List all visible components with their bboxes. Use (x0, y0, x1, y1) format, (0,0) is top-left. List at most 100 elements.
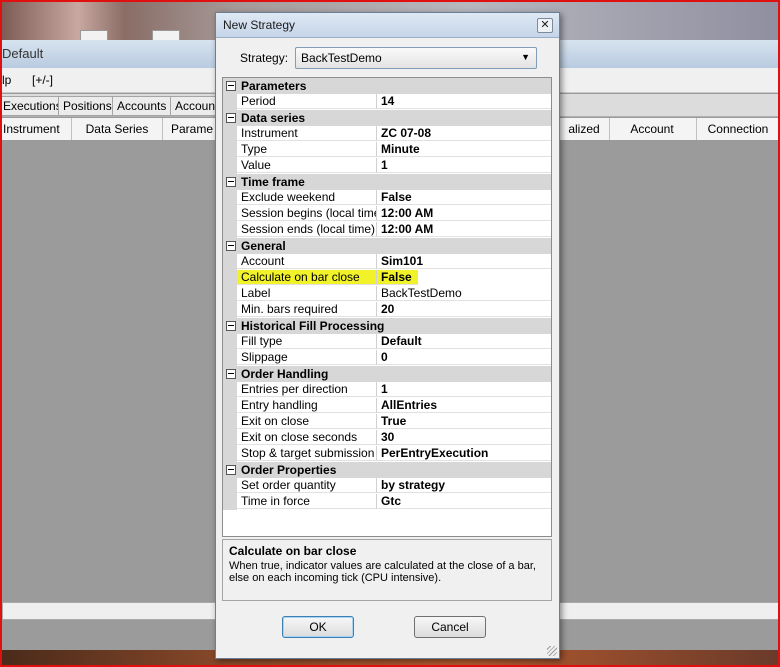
property-name: Exit on close seconds (237, 430, 377, 445)
column-realized[interactable]: alized (558, 118, 610, 140)
column-instrument[interactable]: Instrument (0, 118, 72, 140)
property-value[interactable]: Minute (377, 142, 551, 157)
strategy-row: Strategy: BackTestDemo ▼ (216, 47, 559, 69)
property-name: Min. bars required (237, 302, 377, 317)
property-value[interactable]: PerEntryExecution (377, 446, 551, 461)
property-value[interactable]: 14 (377, 94, 551, 109)
property-name: Time in force (237, 494, 377, 509)
property-name: Label (237, 286, 377, 301)
property-row[interactable]: Set order quantity by strategy (223, 478, 551, 494)
property-row[interactable]: Min. bars required 20 (223, 302, 551, 318)
collapse-icon[interactable] (226, 113, 236, 123)
collapse-icon[interactable] (226, 465, 236, 475)
category-label: General (241, 239, 286, 253)
property-value[interactable]: False (377, 270, 418, 285)
menu-item-help[interactable]: lp (2, 73, 11, 87)
property-row[interactable]: Exit on close seconds 30 (223, 430, 551, 446)
property-value[interactable]: 1 (377, 158, 551, 173)
property-row[interactable]: Label BackTestDemo (223, 286, 551, 302)
category-row[interactable]: Parameters (223, 78, 551, 94)
row-gutter (223, 398, 237, 414)
property-value[interactable]: by strategy (377, 478, 551, 493)
property-value[interactable]: 30 (377, 430, 551, 445)
property-row[interactable]: Entries per direction 1 (223, 382, 551, 398)
collapse-icon[interactable] (226, 241, 236, 251)
cancel-button[interactable]: Cancel (414, 616, 486, 638)
property-row[interactable]: Period 14 (223, 94, 551, 110)
row-gutter (223, 494, 237, 510)
collapse-icon[interactable] (226, 321, 236, 331)
property-row[interactable]: Instrument ZC 07-08 (223, 126, 551, 142)
collapse-icon[interactable] (226, 369, 236, 379)
row-gutter (223, 158, 237, 174)
property-row[interactable]: Calculate on bar close False (223, 270, 551, 286)
category-label: Parameters (241, 79, 307, 93)
column-data-series[interactable]: Data Series (72, 118, 163, 140)
row-gutter (223, 222, 237, 238)
property-row[interactable]: Fill type Default (223, 334, 551, 350)
category-label: Historical Fill Processing (241, 319, 385, 333)
row-gutter (223, 302, 237, 318)
category-row[interactable]: Historical Fill Processing (223, 318, 551, 334)
property-value[interactable]: 1 (377, 382, 551, 397)
category-row[interactable]: Data series (223, 110, 551, 126)
tab-positions[interactable]: Positions (58, 96, 117, 116)
column-account[interactable]: Account (608, 118, 697, 140)
collapse-icon[interactable] (226, 81, 236, 91)
property-value[interactable]: True (377, 414, 551, 429)
property-value[interactable]: 12:00 AM (377, 222, 551, 237)
property-name: Calculate on bar close (237, 270, 377, 285)
tab-executions[interactable]: Executions (0, 96, 67, 116)
row-gutter (223, 206, 237, 222)
property-row[interactable]: Time in force Gtc (223, 494, 551, 510)
property-row[interactable]: Slippage 0 (223, 350, 551, 366)
category-row[interactable]: Order Properties (223, 462, 551, 478)
category-row[interactable]: General (223, 238, 551, 254)
property-value[interactable]: 0 (377, 350, 551, 365)
collapse-icon[interactable] (226, 177, 236, 187)
property-value[interactable]: ZC 07-08 (377, 126, 551, 141)
category-label: Order Handling (241, 367, 329, 381)
category-row[interactable]: Time frame (223, 174, 551, 190)
property-row[interactable]: Value 1 (223, 158, 551, 174)
property-value[interactable]: 12:00 AM (377, 206, 551, 221)
row-gutter (223, 414, 237, 430)
property-value[interactable]: Sim101 (377, 254, 551, 269)
row-gutter (223, 286, 237, 302)
menu-item-expand[interactable]: [+/-] (32, 73, 53, 87)
property-name: Exit on close (237, 414, 377, 429)
property-value[interactable]: Gtc (377, 494, 551, 509)
property-row[interactable]: Exclude weekend False (223, 190, 551, 206)
row-gutter (223, 142, 237, 158)
property-value[interactable]: BackTestDemo (377, 286, 551, 301)
row-gutter (223, 254, 237, 270)
property-name: Set order quantity (237, 478, 377, 493)
row-gutter (223, 350, 237, 366)
property-row[interactable]: Entry handling AllEntries (223, 398, 551, 414)
column-parameters[interactable]: Parame (162, 118, 223, 140)
property-name: Stop & target submission (237, 446, 377, 461)
property-row[interactable]: Stop & target submission PerEntryExecutio… (223, 446, 551, 462)
property-row[interactable]: Session ends (local time) 12:00 AM (223, 222, 551, 238)
property-row[interactable]: Exit on close True (223, 414, 551, 430)
resize-grip[interactable] (547, 646, 557, 656)
property-row[interactable]: Type Minute (223, 142, 551, 158)
row-gutter (223, 190, 237, 206)
property-value[interactable]: AllEntries (377, 398, 551, 413)
column-connection[interactable]: Connection (696, 118, 780, 140)
property-name: Fill type (237, 334, 377, 349)
property-value[interactable]: 20 (377, 302, 551, 317)
help-panel: Calculate on bar close When true, indica… (222, 539, 552, 601)
property-row[interactable]: Account Sim101 (223, 254, 551, 270)
property-name: Period (237, 94, 377, 109)
tab-accounts[interactable]: Accounts (112, 96, 172, 116)
close-icon[interactable]: ✕ (537, 18, 553, 33)
property-value[interactable]: False (377, 190, 551, 205)
ok-button[interactable]: OK (282, 616, 354, 638)
category-row[interactable]: Order Handling (223, 366, 551, 382)
strategy-select[interactable]: BackTestDemo ▼ (295, 47, 537, 69)
property-name: Session begins (local time) (237, 206, 377, 221)
property-value[interactable]: Default (377, 334, 551, 349)
property-row[interactable]: Session begins (local time) 12:00 AM (223, 206, 551, 222)
row-gutter (223, 126, 237, 142)
